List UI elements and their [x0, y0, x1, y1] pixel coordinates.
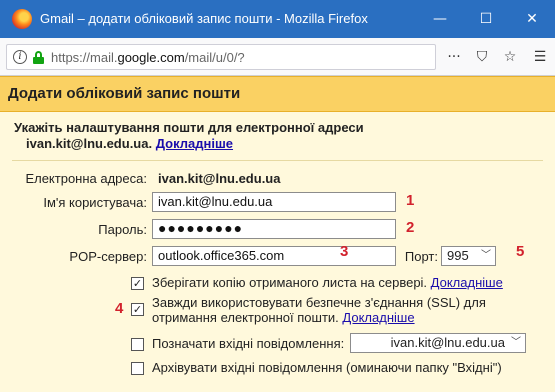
instructions: Укажіть налаштування пошти для електронн…: [14, 120, 364, 152]
port-label: Порт:: [404, 249, 438, 264]
maximize-button[interactable]: ☐: [463, 0, 509, 38]
annotation-marker-1: 1: [406, 192, 415, 209]
annotation-marker-3: 3: [340, 243, 349, 260]
email-label: Електронна адреса:: [25, 171, 147, 186]
password-label: Пароль:: [98, 222, 147, 237]
port-value: 995: [447, 248, 469, 263]
close-button[interactable]: ✕: [509, 0, 555, 38]
keep-copy-option: Зберігати копію отриманого листа на серв…: [152, 275, 503, 290]
firefox-icon: [12, 9, 32, 29]
annotation-marker-4: 4: [115, 300, 124, 317]
url-text[interactable]: https://mail.google.com/mail/u/0/?: [51, 50, 281, 65]
pop-server-label: POP-сервер:: [69, 249, 147, 264]
label-incoming-checkbox[interactable]: [131, 338, 144, 351]
page-title: Додати обліковий запис пошти: [8, 85, 241, 102]
label-select[interactable]: ivan.kit@lnu.edu.ua ﹀: [350, 333, 526, 353]
ssl-learn-more-link[interactable]: Докладніше: [342, 310, 414, 325]
page-header: Додати обліковий запис пошти: [0, 76, 555, 112]
chevron-down-icon: ﹀: [481, 250, 491, 261]
annotation-marker-2: 2: [406, 219, 415, 236]
settings-panel: Укажіть налаштування пошти для електронн…: [0, 112, 555, 392]
archive-label: Архівувати вхідні повідомлення (оминаючи…: [152, 360, 502, 375]
label-select-value: ivan.kit@lnu.edu.ua: [390, 335, 505, 350]
bookmark-star-icon[interactable]: ☆: [500, 48, 520, 66]
username-label: Ім'я користувача:: [43, 195, 147, 210]
pop-server-field[interactable]: outlook.office365.com: [152, 246, 396, 266]
ssl-label-line1: Завжди використовувати безпечне з'єднанн…: [152, 295, 486, 310]
email-value: ivan.kit@lnu.edu.ua: [158, 171, 281, 186]
ssl-label-line2: отримання електронної пошти.: [152, 310, 339, 325]
archive-checkbox[interactable]: [131, 362, 144, 375]
chevron-down-icon: ﹀: [511, 337, 521, 348]
info-icon[interactable]: i: [13, 50, 27, 64]
instructions-text: Укажіть налаштування пошти для електронн…: [14, 120, 364, 135]
keep-copy-label: Зберігати копію отриманого листа на серв…: [152, 275, 428, 290]
annotation-marker-5: 5: [516, 243, 525, 260]
port-select[interactable]: 995 ﹀: [441, 246, 496, 266]
keep-copy-learn-more-link[interactable]: Докладніше: [431, 275, 503, 290]
instructions-email: ivan.kit@lnu.edu.ua.: [26, 136, 153, 151]
username-field[interactable]: ivan.kit@lnu.edu.ua: [152, 192, 396, 212]
hamburger-menu-icon[interactable]: ☰: [530, 48, 550, 66]
pocket-icon[interactable]: ⛉: [472, 48, 492, 66]
password-field[interactable]: ●●●●●●●●●: [152, 219, 396, 239]
ssl-checkbox[interactable]: ✓: [131, 303, 144, 316]
address-bar[interactable]: i https://mail.google.com/mail/u/0/?: [6, 44, 436, 70]
divider: [12, 160, 543, 161]
lock-icon[interactable]: [33, 51, 44, 64]
learn-more-link[interactable]: Докладніше: [156, 136, 233, 151]
label-incoming-label: Позначати вхідні повідомлення:: [152, 336, 345, 351]
more-actions-icon[interactable]: ···: [444, 48, 464, 66]
navigation-toolbar: i https://mail.google.com/mail/u/0/? ···…: [0, 38, 555, 76]
keep-copy-checkbox[interactable]: ✓: [131, 277, 144, 290]
window-titlebar: Gmail – додати обліковий запис пошти - M…: [0, 0, 555, 38]
window-title: Gmail – додати обліковий запис пошти - M…: [40, 11, 368, 26]
minimize-button[interactable]: —: [417, 0, 463, 38]
ssl-option: Завжди використовувати безпечне з'єднанн…: [152, 295, 486, 325]
